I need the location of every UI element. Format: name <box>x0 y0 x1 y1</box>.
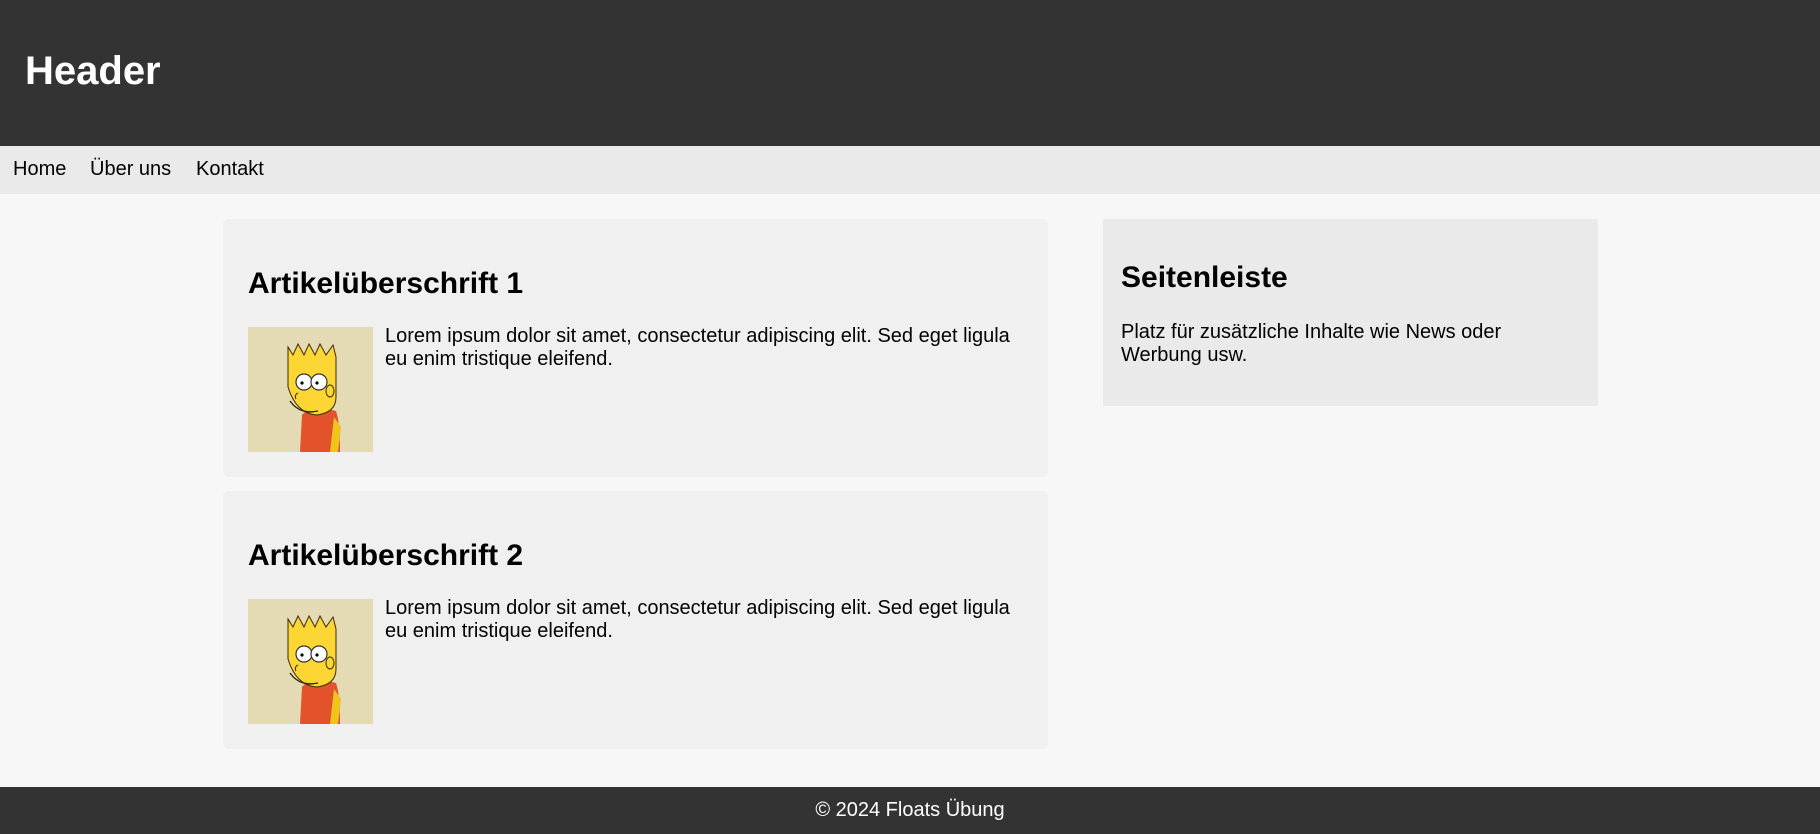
article-card: Artikelüberschrift 2 Lorem ipsum dolor s… <box>223 491 1048 749</box>
nav-item-contact[interactable]: Kontakt <box>196 146 264 194</box>
main-nav: Home Über uns Kontakt <box>0 146 1820 194</box>
page-header: Header <box>0 0 1820 146</box>
article-text: Lorem ipsum dolor sit amet, consectetur … <box>385 597 1010 642</box>
bart-simpson-cartoon-icon <box>248 327 373 452</box>
article-title: Artikelüberschrift 2 <box>248 539 524 572</box>
bart-simpson-cartoon-icon <box>248 599 373 724</box>
article-text: Lorem ipsum dolor sit amet, consectetur … <box>385 325 1010 370</box>
sidebar: Seitenleiste Platz für zusätzliche Inhal… <box>1103 219 1598 406</box>
footer-copyright: © 2024 Floats Übung <box>815 799 1005 821</box>
header-title: Header <box>25 49 161 93</box>
article-title: Artikelüberschrift 1 <box>248 267 524 300</box>
nav-item-about[interactable]: Über uns <box>90 146 171 194</box>
sidebar-text: Platz für zusätzliche Inhalte wie News o… <box>1121 321 1502 366</box>
nav-item-home[interactable]: Home <box>13 146 66 194</box>
page-footer: © 2024 Floats Übung <box>0 787 1820 834</box>
sidebar-title: Seitenleiste <box>1121 261 1288 294</box>
article-card: Artikelüberschrift 1 Lorem ipsum dolor s… <box>223 219 1048 477</box>
